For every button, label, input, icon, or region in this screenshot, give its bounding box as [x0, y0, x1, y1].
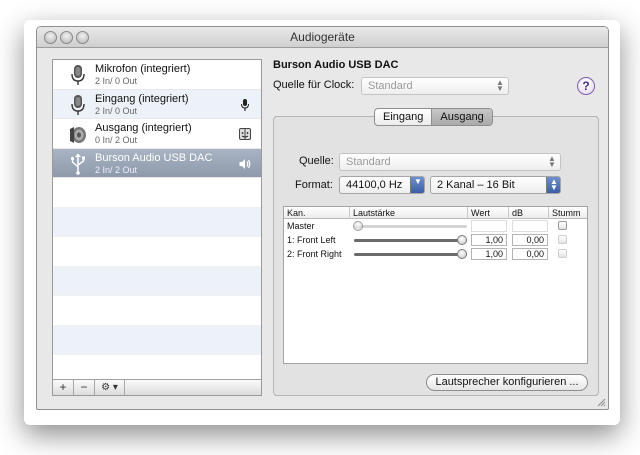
- tab-eingang[interactable]: Eingang: [375, 109, 431, 125]
- direction-tabs: Eingang Ausgang: [374, 108, 493, 126]
- close-button[interactable]: [44, 31, 57, 44]
- action-menu-button[interactable]: ⚙ ▾: [95, 380, 125, 395]
- mute-checkbox[interactable]: [558, 249, 567, 258]
- table-row: 1: Front Left 1,00 0,00: [284, 234, 587, 248]
- table-row: Master: [284, 220, 587, 234]
- volume-slider-knob: [353, 221, 363, 231]
- empty-list-row: [53, 207, 261, 237]
- device-io: 2 In/ 2 Out: [95, 164, 138, 175]
- volume-slider[interactable]: [354, 239, 467, 242]
- channel-name: 1: Front Left: [287, 235, 336, 245]
- device-name: Mikrofon (integriert): [95, 63, 191, 75]
- device-list[interactable]: Mikrofon (integriert) 2 In/ 0 Out Eingan…: [52, 59, 262, 396]
- source-select[interactable]: Standard ▲ ▼: [339, 153, 561, 171]
- sample-rate-select[interactable]: 44100,0 Hz ▼: [339, 176, 425, 194]
- db-field[interactable]: 0,00: [512, 248, 548, 260]
- clock-source-select[interactable]: Standard ▲ ▼: [361, 77, 509, 95]
- title-bar[interactable]: Audiogeräte: [37, 27, 608, 48]
- device-name: Ausgang (integriert): [95, 122, 192, 134]
- mute-checkbox[interactable]: [558, 221, 567, 230]
- empty-list-row: [53, 237, 261, 267]
- usb-icon: [70, 153, 85, 175]
- empty-list-row: [53, 296, 261, 326]
- device-item-mikrofon[interactable]: Mikrofon (integriert) 2 In/ 0 Out: [53, 60, 261, 90]
- mute-checkbox[interactable]: [558, 235, 567, 244]
- source-label: Quelle:: [299, 155, 334, 167]
- device-item-eingang[interactable]: Eingang (integriert) 2 In/ 0 Out: [53, 89, 261, 119]
- device-io: 2 In/ 0 Out: [95, 76, 138, 86]
- empty-list-row: [53, 266, 261, 296]
- channel-name: Master: [287, 221, 315, 231]
- updown-arrows-icon: ▲ ▼: [496, 78, 504, 93]
- device-item-ausgang[interactable]: Ausgang (integriert) 0 In/ 2 Out: [53, 119, 261, 149]
- column-header-channel[interactable]: Kan.: [284, 207, 350, 219]
- microphone-icon: [71, 65, 85, 85]
- device-io: 2 In/ 0 Out: [95, 105, 138, 116]
- dropdown-arrow-icon: ▼: [410, 177, 424, 193]
- finder-icon: [239, 128, 251, 140]
- updown-arrows-icon: ▲ ▼: [548, 154, 556, 169]
- device-name: Eingang (integriert): [95, 92, 189, 105]
- empty-list-row: [53, 178, 261, 208]
- clock-source-label: Quelle für Clock:: [273, 79, 355, 91]
- volume-slider[interactable]: [354, 253, 467, 256]
- minimize-button[interactable]: [60, 31, 73, 44]
- value-field[interactable]: 1,00: [471, 248, 507, 260]
- tab-ausgang[interactable]: Ausgang: [431, 109, 492, 125]
- column-header-db[interactable]: dB: [509, 207, 549, 219]
- format-label: Format:: [295, 179, 333, 191]
- volume-slider: [354, 225, 467, 228]
- microphone-icon: [241, 98, 249, 111]
- table-header: Kan. Lautstärke Wert dB Stumm: [284, 207, 587, 219]
- value-field[interactable]: 1,00: [471, 234, 507, 246]
- add-device-button[interactable]: +: [53, 380, 74, 395]
- speaker-icon: [70, 127, 86, 143]
- updown-arrows-icon: ▲ ▼: [546, 177, 560, 193]
- column-header-volume[interactable]: Lautstärke: [350, 207, 468, 219]
- list-toolbar: + − ⚙ ▾: [53, 379, 261, 395]
- device-item-burson[interactable]: Burson Audio USB DAC 2 In/ 2 Out: [53, 148, 261, 178]
- window-title: Audiogeräte: [290, 30, 355, 44]
- audio-devices-window: Audiogeräte Mikrofon (integriert) 2 In/ …: [36, 26, 609, 410]
- speaker-volume-icon: [239, 158, 251, 169]
- value-field: [471, 220, 507, 232]
- help-button[interactable]: ?: [577, 77, 595, 95]
- volume-table: Kan. Lautstärke Wert dB Stumm Master 1: …: [283, 206, 588, 364]
- microphone-icon: [71, 94, 85, 115]
- device-io: 0 In/ 2 Out: [95, 135, 138, 145]
- device-title: Burson Audio USB DAC: [273, 59, 399, 71]
- volume-slider-knob[interactable]: [457, 249, 467, 259]
- remove-device-button[interactable]: −: [74, 380, 95, 395]
- device-name: Burson Audio USB DAC: [95, 151, 213, 164]
- configure-speakers-button[interactable]: Lautsprecher konfigurieren ...: [426, 374, 588, 391]
- db-field: [512, 220, 548, 232]
- volume-slider-knob[interactable]: [457, 235, 467, 245]
- column-header-mute[interactable]: Stumm: [549, 207, 587, 219]
- channels-bitdepth-select[interactable]: 2 Kanal – 16 Bit ▲ ▼: [430, 176, 561, 194]
- empty-list-row: [53, 325, 261, 355]
- resize-grip-icon[interactable]: [596, 397, 606, 407]
- db-field[interactable]: 0,00: [512, 234, 548, 246]
- column-header-value[interactable]: Wert: [468, 207, 509, 219]
- channel-name: 2: Front Right: [287, 249, 342, 259]
- table-row: 2: Front Right 1,00 0,00: [284, 248, 587, 262]
- zoom-button[interactable]: [76, 31, 89, 44]
